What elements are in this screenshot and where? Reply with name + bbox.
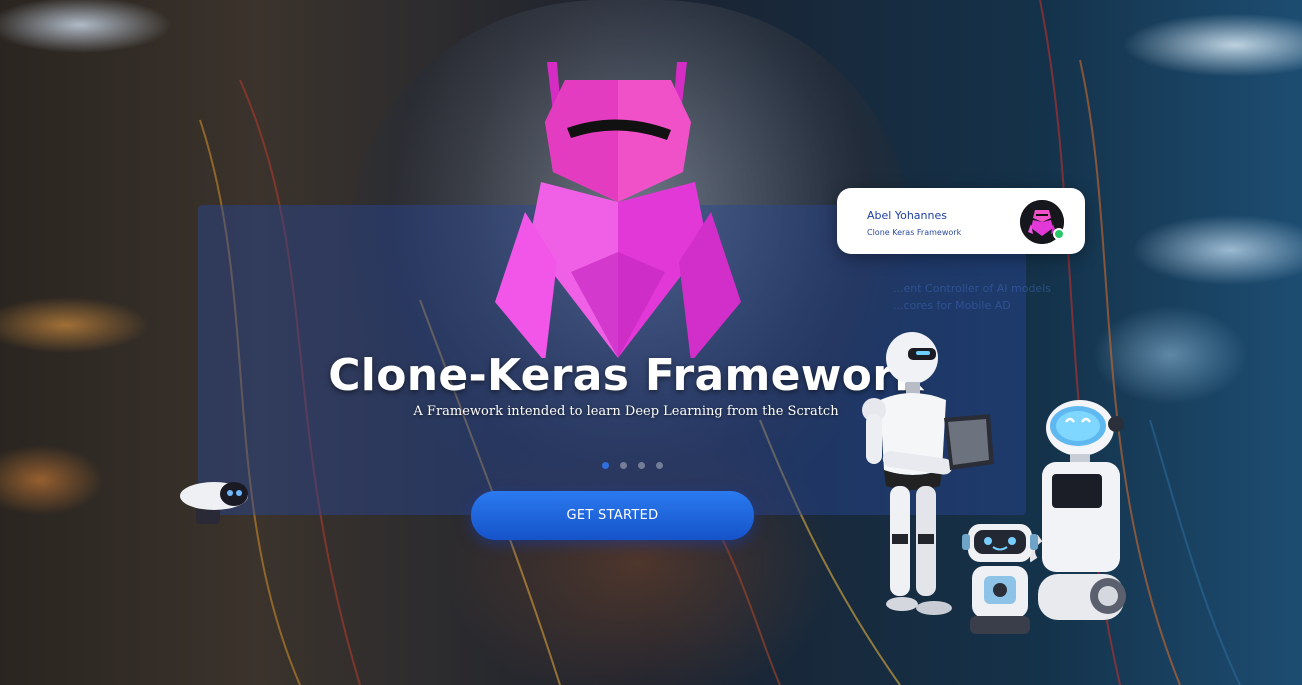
carousel-dot-3[interactable] [638, 462, 645, 469]
online-status-indicator [1053, 228, 1065, 240]
hero-title: Clone-Keras Framework [328, 350, 924, 401]
carousel-dot-2[interactable] [620, 462, 627, 469]
carousel-dot-4[interactable] [656, 462, 663, 469]
background-caption-line-2: ...cores for Mobile AD [893, 299, 1011, 312]
carousel-indicators [602, 462, 663, 469]
carousel-dot-1[interactable] [602, 462, 609, 469]
background-caption-line-1: ...ent Controller of AI models [893, 282, 1051, 295]
get-started-button[interactable]: GET STARTED [471, 491, 754, 540]
camera-robot-icon [180, 482, 248, 524]
small-robot-icon [962, 524, 1038, 634]
profile-project: Clone Keras Framework [867, 228, 962, 237]
companion-robot-icon [1030, 400, 1126, 620]
pink-robot-logo-icon [495, 62, 741, 358]
profile-name: Abel Yohannes [867, 209, 947, 222]
profile-card[interactable]: Abel Yohannes Clone Keras Framework [837, 188, 1085, 254]
background-caption: ...ent Controller of AI models ...cores … [893, 280, 1093, 314]
